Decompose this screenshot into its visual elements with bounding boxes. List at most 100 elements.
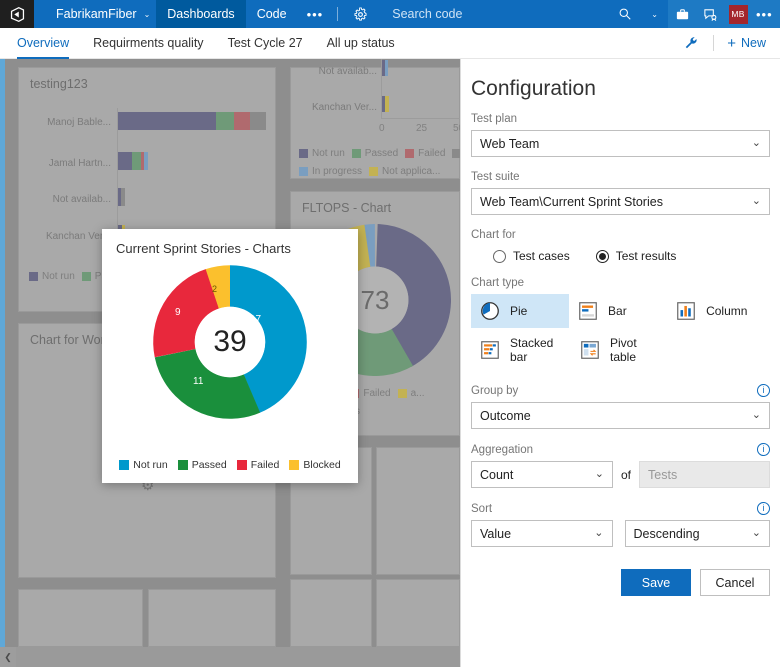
chart-type-stacked-bar[interactable]: Stacked bar — [471, 330, 571, 370]
sort-field-value: Value — [480, 527, 511, 541]
chart-type-label-text: Pie — [510, 304, 527, 318]
radio-test-results[interactable]: Test results — [596, 249, 677, 263]
nav-more-button[interactable]: ••• — [298, 0, 333, 28]
sort-field-dropdown[interactable]: Value ⌄ — [471, 520, 613, 547]
legend-item: a... — [398, 388, 425, 399]
azure-devops-logo-icon[interactable] — [0, 0, 34, 28]
legend-label: Failed — [251, 459, 280, 471]
chart-type-pie[interactable]: Pie — [471, 294, 569, 328]
legend-item-failed: Failed — [237, 459, 280, 471]
aggregation-field-input: Tests — [639, 461, 770, 488]
chart-type-column[interactable]: Column — [667, 294, 770, 328]
sort-label-row: Sort i — [471, 502, 770, 515]
widget-placeholder[interactable] — [376, 447, 460, 575]
test-plan-dropdown[interactable]: Web Team ⌄ — [471, 130, 770, 157]
stacked-bar-chart-icon — [479, 339, 501, 361]
info-icon[interactable]: i — [757, 443, 770, 456]
chart-type-pivot-table[interactable]: Pivot table — [571, 330, 676, 370]
legend-item-passed: Passed — [178, 459, 227, 471]
new-dashboard-button[interactable]: + New — [721, 36, 772, 51]
search-chevron-down-icon[interactable]: ⌄ — [651, 10, 658, 19]
cancel-label: Cancel — [716, 576, 755, 590]
radio-circle-icon — [493, 250, 506, 263]
widget-placeholder[interactable] — [290, 579, 372, 647]
chart-type-row-2: Stacked bar Pivot table — [471, 330, 770, 370]
settings-gear-button[interactable] — [343, 0, 378, 28]
group-by-label-row: Group by i — [471, 384, 770, 397]
tab-label: Requirments quality — [93, 36, 203, 50]
test-plan-value: Web Team — [480, 137, 539, 151]
chevron-down-icon: ⌄ — [752, 196, 761, 207]
donut-slice-value: 9 — [175, 307, 181, 318]
bar-category-label: Kanchan Ver... — [291, 102, 377, 113]
radio-test-cases[interactable]: Test cases — [493, 249, 570, 263]
chevron-down-icon: ⌄ — [144, 10, 151, 19]
tab-requirements-quality[interactable]: Requirments quality — [81, 28, 215, 59]
nav-item-dashboards[interactable]: Dashboards — [156, 0, 245, 28]
user-avatar[interactable]: MB — [724, 0, 752, 28]
chart-preview-popup: Current Sprint Stories - Charts 39 17 11… — [102, 229, 358, 483]
tab-overview[interactable]: Overview — [5, 28, 81, 59]
preview-chart-legend: Not run Passed Failed Blocked — [102, 459, 358, 471]
info-icon[interactable]: i — [757, 384, 770, 397]
column-chart-icon — [675, 300, 697, 322]
bar-category-label: Not availab... — [291, 66, 377, 77]
widget-top-middle[interactable]: Not availab... Kanchan Ver... 0 25 50 No… — [290, 67, 460, 179]
legend-swatch — [237, 460, 247, 470]
cancel-button[interactable]: Cancel — [700, 569, 770, 596]
aggregation-group: Aggregation i Count ⌄ of Tests — [471, 443, 770, 488]
feedback-icon — [703, 7, 718, 22]
feedback-button[interactable] — [696, 0, 724, 28]
pivot-table-icon — [579, 339, 601, 361]
account-name: FabrikamFiber — [56, 7, 137, 21]
widget-title: FLTOPS - Chart — [291, 192, 459, 215]
save-button[interactable]: Save — [621, 569, 691, 596]
test-suite-dropdown[interactable]: Web Team\Current Sprint Stories ⌄ — [471, 188, 770, 215]
sort-group: Sort i Value ⌄ Descending ⌄ — [471, 502, 770, 547]
aggregation-row: Count ⌄ of Tests — [471, 461, 770, 488]
chart-type-label-text: Bar — [608, 304, 627, 318]
tab-all-up-status[interactable]: All up status — [315, 28, 407, 59]
chart-preview-title: Current Sprint Stories - Charts — [102, 229, 358, 256]
nav-item-code[interactable]: Code — [246, 0, 298, 28]
sort-direction-dropdown[interactable]: Descending ⌄ — [625, 520, 770, 547]
collapse-rail-button[interactable]: ❮ — [0, 647, 16, 667]
tab-test-cycle-27[interactable]: Test Cycle 27 — [216, 28, 315, 59]
account-selector[interactable]: FabrikamFiber ⌄ — [34, 0, 156, 28]
marketplace-button[interactable] — [668, 0, 696, 28]
widget-placeholder[interactable] — [376, 579, 460, 647]
radio-label: Test results — [616, 249, 677, 263]
widget-placeholder[interactable] — [18, 589, 143, 647]
nav-divider — [337, 7, 338, 21]
bar-segment — [132, 152, 141, 170]
chart-type-label-text: Pivot table — [610, 336, 666, 364]
chart-type-label-text: Column — [706, 304, 747, 318]
bar-segment — [216, 112, 234, 130]
chevron-down-icon: ⌄ — [595, 469, 604, 480]
bar-segment — [144, 152, 148, 170]
search-icon[interactable] — [618, 7, 632, 21]
group-by-dropdown[interactable]: Outcome ⌄ — [471, 402, 770, 429]
top-navigation-bar: FabrikamFiber ⌄ Dashboards Code ••• Sear… — [0, 0, 780, 28]
aggregation-dropdown[interactable]: Count ⌄ — [471, 461, 613, 488]
chart-for-group: Chart for Test cases Test results — [471, 229, 770, 263]
widget-placeholder[interactable] — [148, 589, 276, 647]
top-overflow-menu-button[interactable]: ••• — [752, 0, 780, 28]
chart-type-bar[interactable]: Bar — [569, 294, 667, 328]
bar-segment — [121, 188, 125, 206]
briefcase-icon — [675, 7, 690, 22]
legend-item: Not run — [29, 271, 75, 282]
info-icon[interactable]: i — [757, 502, 770, 515]
search-bar[interactable]: Search code ⌄ — [378, 0, 668, 28]
edit-dashboard-button[interactable] — [676, 36, 706, 50]
legend-item-not-run: Not run — [119, 459, 167, 471]
panel-action-buttons: Save Cancel — [471, 569, 770, 596]
bar-segment — [250, 112, 266, 130]
chart-type-label: Chart type — [471, 277, 770, 289]
search-input[interactable]: Search code — [392, 7, 618, 21]
test-plan-label: Test plan — [471, 113, 770, 125]
legend-item: Passed — [352, 148, 398, 159]
legend-item: Failed — [405, 148, 445, 159]
test-suite-value: Web Team\Current Sprint Stories — [480, 195, 663, 209]
sort-direction-value: Descending — [634, 527, 700, 541]
